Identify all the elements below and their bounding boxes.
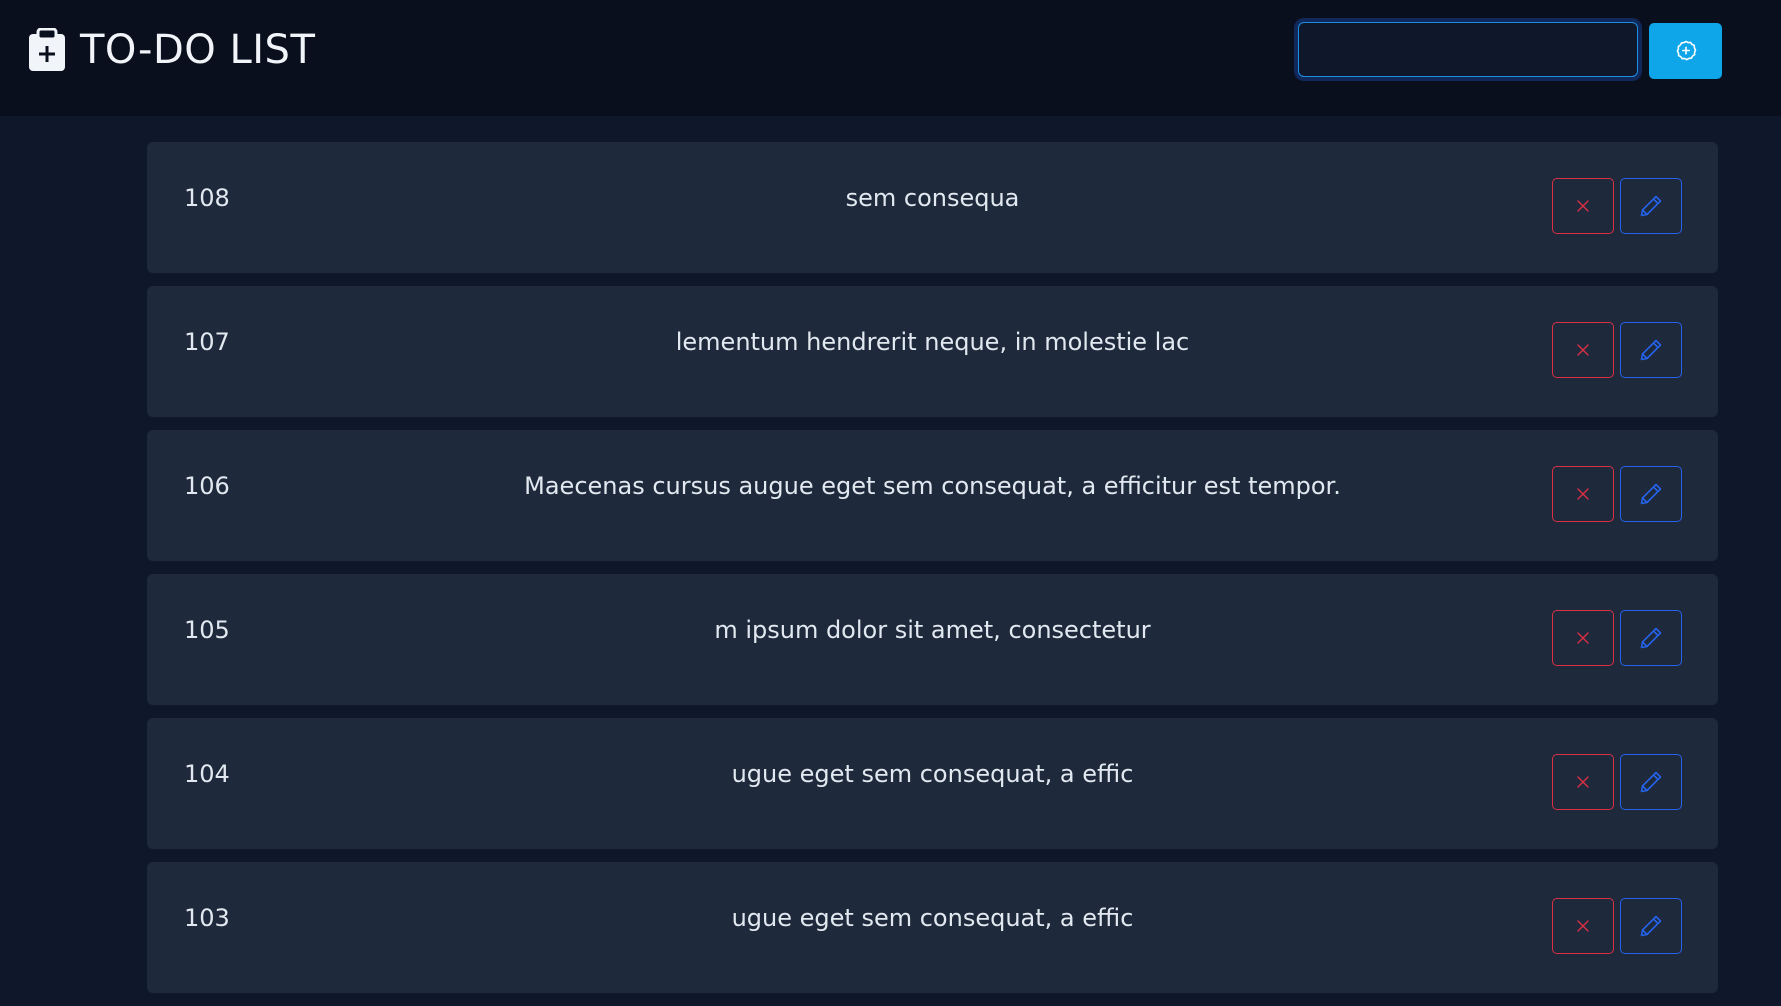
task-row: 107 lementum hendrerit neque, in molesti… — [147, 286, 1718, 417]
task-text: m ipsum dolor sit amet, consectetur — [714, 616, 1151, 644]
app-title: TO-DO LIST — [80, 27, 316, 73]
task-id: 107 — [184, 328, 230, 356]
close-icon — [1577, 632, 1589, 644]
task-list: 108 sem consequa 107 lementum hendrerit … — [147, 142, 1718, 1006]
delete-task-button[interactable] — [1552, 610, 1614, 666]
pencil-icon — [1640, 483, 1662, 505]
close-icon — [1577, 488, 1589, 500]
close-icon — [1577, 344, 1589, 356]
task-row: 103 ugue eget sem consequat, a effic — [147, 862, 1718, 993]
task-row: 104 ugue eget sem consequat, a effic — [147, 718, 1718, 849]
clipboard-plus-icon — [29, 28, 65, 71]
delete-task-button[interactable] — [1552, 322, 1614, 378]
pencil-icon — [1640, 627, 1662, 649]
task-text: sem consequa — [845, 184, 1020, 212]
task-id: 108 — [184, 184, 230, 212]
task-row: 108 sem consequa — [147, 142, 1718, 273]
task-text: lementum hendrerit neque, in molestie la… — [675, 328, 1190, 356]
delete-task-button[interactable] — [1552, 178, 1614, 234]
close-icon — [1577, 200, 1589, 212]
task-row: 105 m ipsum dolor sit amet, consectetur — [147, 574, 1718, 705]
task-text: Maecenas cursus augue eget sem consequat… — [524, 472, 1341, 500]
plus-circle-icon — [1676, 40, 1696, 61]
task-text: ugue eget sem consequat, a effic — [731, 760, 1134, 788]
pencil-icon — [1640, 339, 1662, 361]
pencil-icon — [1640, 771, 1662, 793]
task-row: 106 Maecenas cursus augue eget sem conse… — [147, 430, 1718, 561]
pencil-icon — [1640, 915, 1662, 937]
brand: TO-DO LIST — [28, 26, 315, 74]
app-header: TO-DO LIST — [0, 0, 1781, 116]
close-icon — [1577, 920, 1589, 932]
edit-task-button[interactable] — [1620, 466, 1682, 522]
delete-task-button[interactable] — [1552, 898, 1614, 954]
task-id: 104 — [184, 760, 230, 788]
pencil-icon — [1640, 195, 1662, 217]
edit-task-button[interactable] — [1620, 178, 1682, 234]
close-icon — [1577, 776, 1589, 788]
task-id: 106 — [184, 472, 230, 500]
task-id: 105 — [184, 616, 230, 644]
edit-task-button[interactable] — [1620, 610, 1682, 666]
edit-task-button[interactable] — [1620, 322, 1682, 378]
edit-task-button[interactable] — [1620, 754, 1682, 810]
delete-task-button[interactable] — [1552, 466, 1614, 522]
add-task-button[interactable] — [1649, 23, 1722, 79]
delete-task-button[interactable] — [1552, 754, 1614, 810]
edit-task-button[interactable] — [1620, 898, 1682, 954]
new-task-input[interactable] — [1298, 22, 1638, 77]
